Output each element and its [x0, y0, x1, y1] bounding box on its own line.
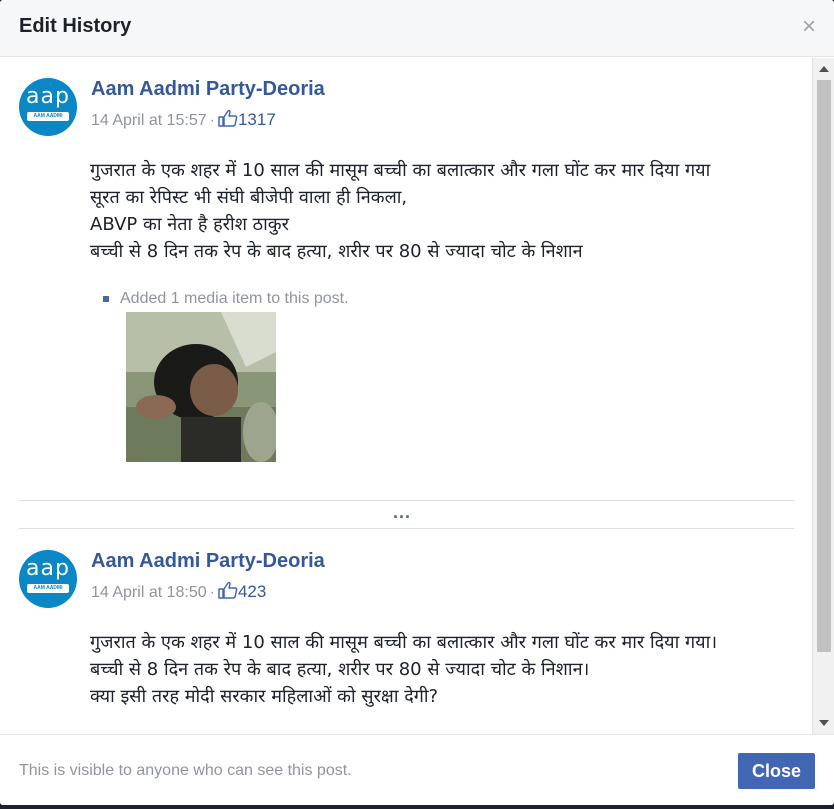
meta-separator: · — [209, 584, 215, 601]
media-thumbnail[interactable] — [126, 312, 276, 462]
meta-separator: · — [209, 112, 215, 129]
post-text-line: बच्ची से 8 दिन तक रेप के बाद हत्या, शरीर… — [90, 241, 583, 262]
page-name-link[interactable]: Aam Aadmi Party-Deoria — [91, 550, 325, 573]
avatar-logo-text: aap — [26, 556, 70, 581]
page-name-link[interactable]: Aam Aadmi Party-Deoria — [91, 78, 325, 101]
post-text-line: ABVP का नेता है हरीश ठाकुर — [90, 214, 289, 235]
post-text-line: गुजरात के एक शहर में 10 साल की मासूम बच्… — [90, 160, 711, 181]
post-meta: 14 April at 15:57 · 1317 — [91, 109, 276, 131]
like-count[interactable]: 1317 — [238, 110, 276, 129]
page-avatar[interactable]: aap AAM AADMI PARTY — [19, 78, 77, 136]
scroll-down-arrow-icon[interactable] — [819, 720, 829, 726]
post-text-line: सूरत का रेपिस्ट भी संघी बीजेपी वाला ही न… — [90, 187, 408, 208]
section-divider — [19, 528, 794, 529]
avatar-logo-text: aap — [26, 84, 70, 109]
post-timestamp[interactable]: 14 April at 15:57 — [91, 112, 207, 129]
section-divider — [19, 500, 794, 501]
page-avatar[interactable]: aap AAM AADMI PARTY — [19, 550, 77, 608]
avatar-band-text: AAM AADMI PARTY — [33, 113, 63, 128]
close-icon[interactable]: × — [802, 14, 816, 40]
post-text-line: क्या इसी तरह मोदी सरकार महिलाओं को सुरक्… — [90, 686, 439, 707]
like-count[interactable]: 423 — [238, 582, 266, 601]
page-backdrop — [0, 805, 834, 809]
post-text-line: गुजरात के एक शहर में 10 साल की मासूम बच्… — [90, 632, 718, 653]
show-more-ellipsis[interactable]: ... — [393, 502, 411, 523]
avatar-band-text: AAM AADMI PARTY — [33, 585, 63, 600]
change-description: Added 1 media item to this post. — [120, 290, 349, 307]
post-text-line: बच्ची से 8 दिन तक रेप के बाद हत्या, शरीर… — [90, 659, 590, 680]
dialog-title: Edit History — [19, 15, 132, 37]
close-button[interactable]: Close — [738, 753, 815, 789]
dialog-footer: This is visible to anyone who can see th… — [0, 734, 834, 805]
media-image — [126, 312, 276, 462]
visibility-note: This is visible to anyone who can see th… — [19, 762, 352, 779]
edit-history-dialog: Edit History × aap AAM AADMI PARTY Aam A… — [0, 0, 834, 805]
post-timestamp[interactable]: 14 April at 18:50 — [91, 584, 207, 601]
scroll-thumb[interactable] — [817, 80, 831, 652]
bullet-icon — [103, 296, 109, 302]
post-text: गुजरात के एक शहर में 10 साल की मासूम बच्… — [90, 157, 810, 265]
vertical-scrollbar[interactable] — [812, 58, 834, 734]
history-scroll-area[interactable]: aap AAM AADMI PARTY Aam Aadmi Party-Deor… — [0, 58, 834, 734]
dialog-header: Edit History × — [0, 0, 834, 57]
like-icon — [218, 109, 238, 127]
post-meta: 14 April at 18:50 · 423 — [91, 581, 266, 603]
like-icon — [218, 581, 238, 599]
scroll-up-arrow-icon[interactable] — [819, 66, 829, 72]
post-text: गुजरात के एक शहर में 10 साल की मासूम बच्… — [90, 629, 810, 710]
